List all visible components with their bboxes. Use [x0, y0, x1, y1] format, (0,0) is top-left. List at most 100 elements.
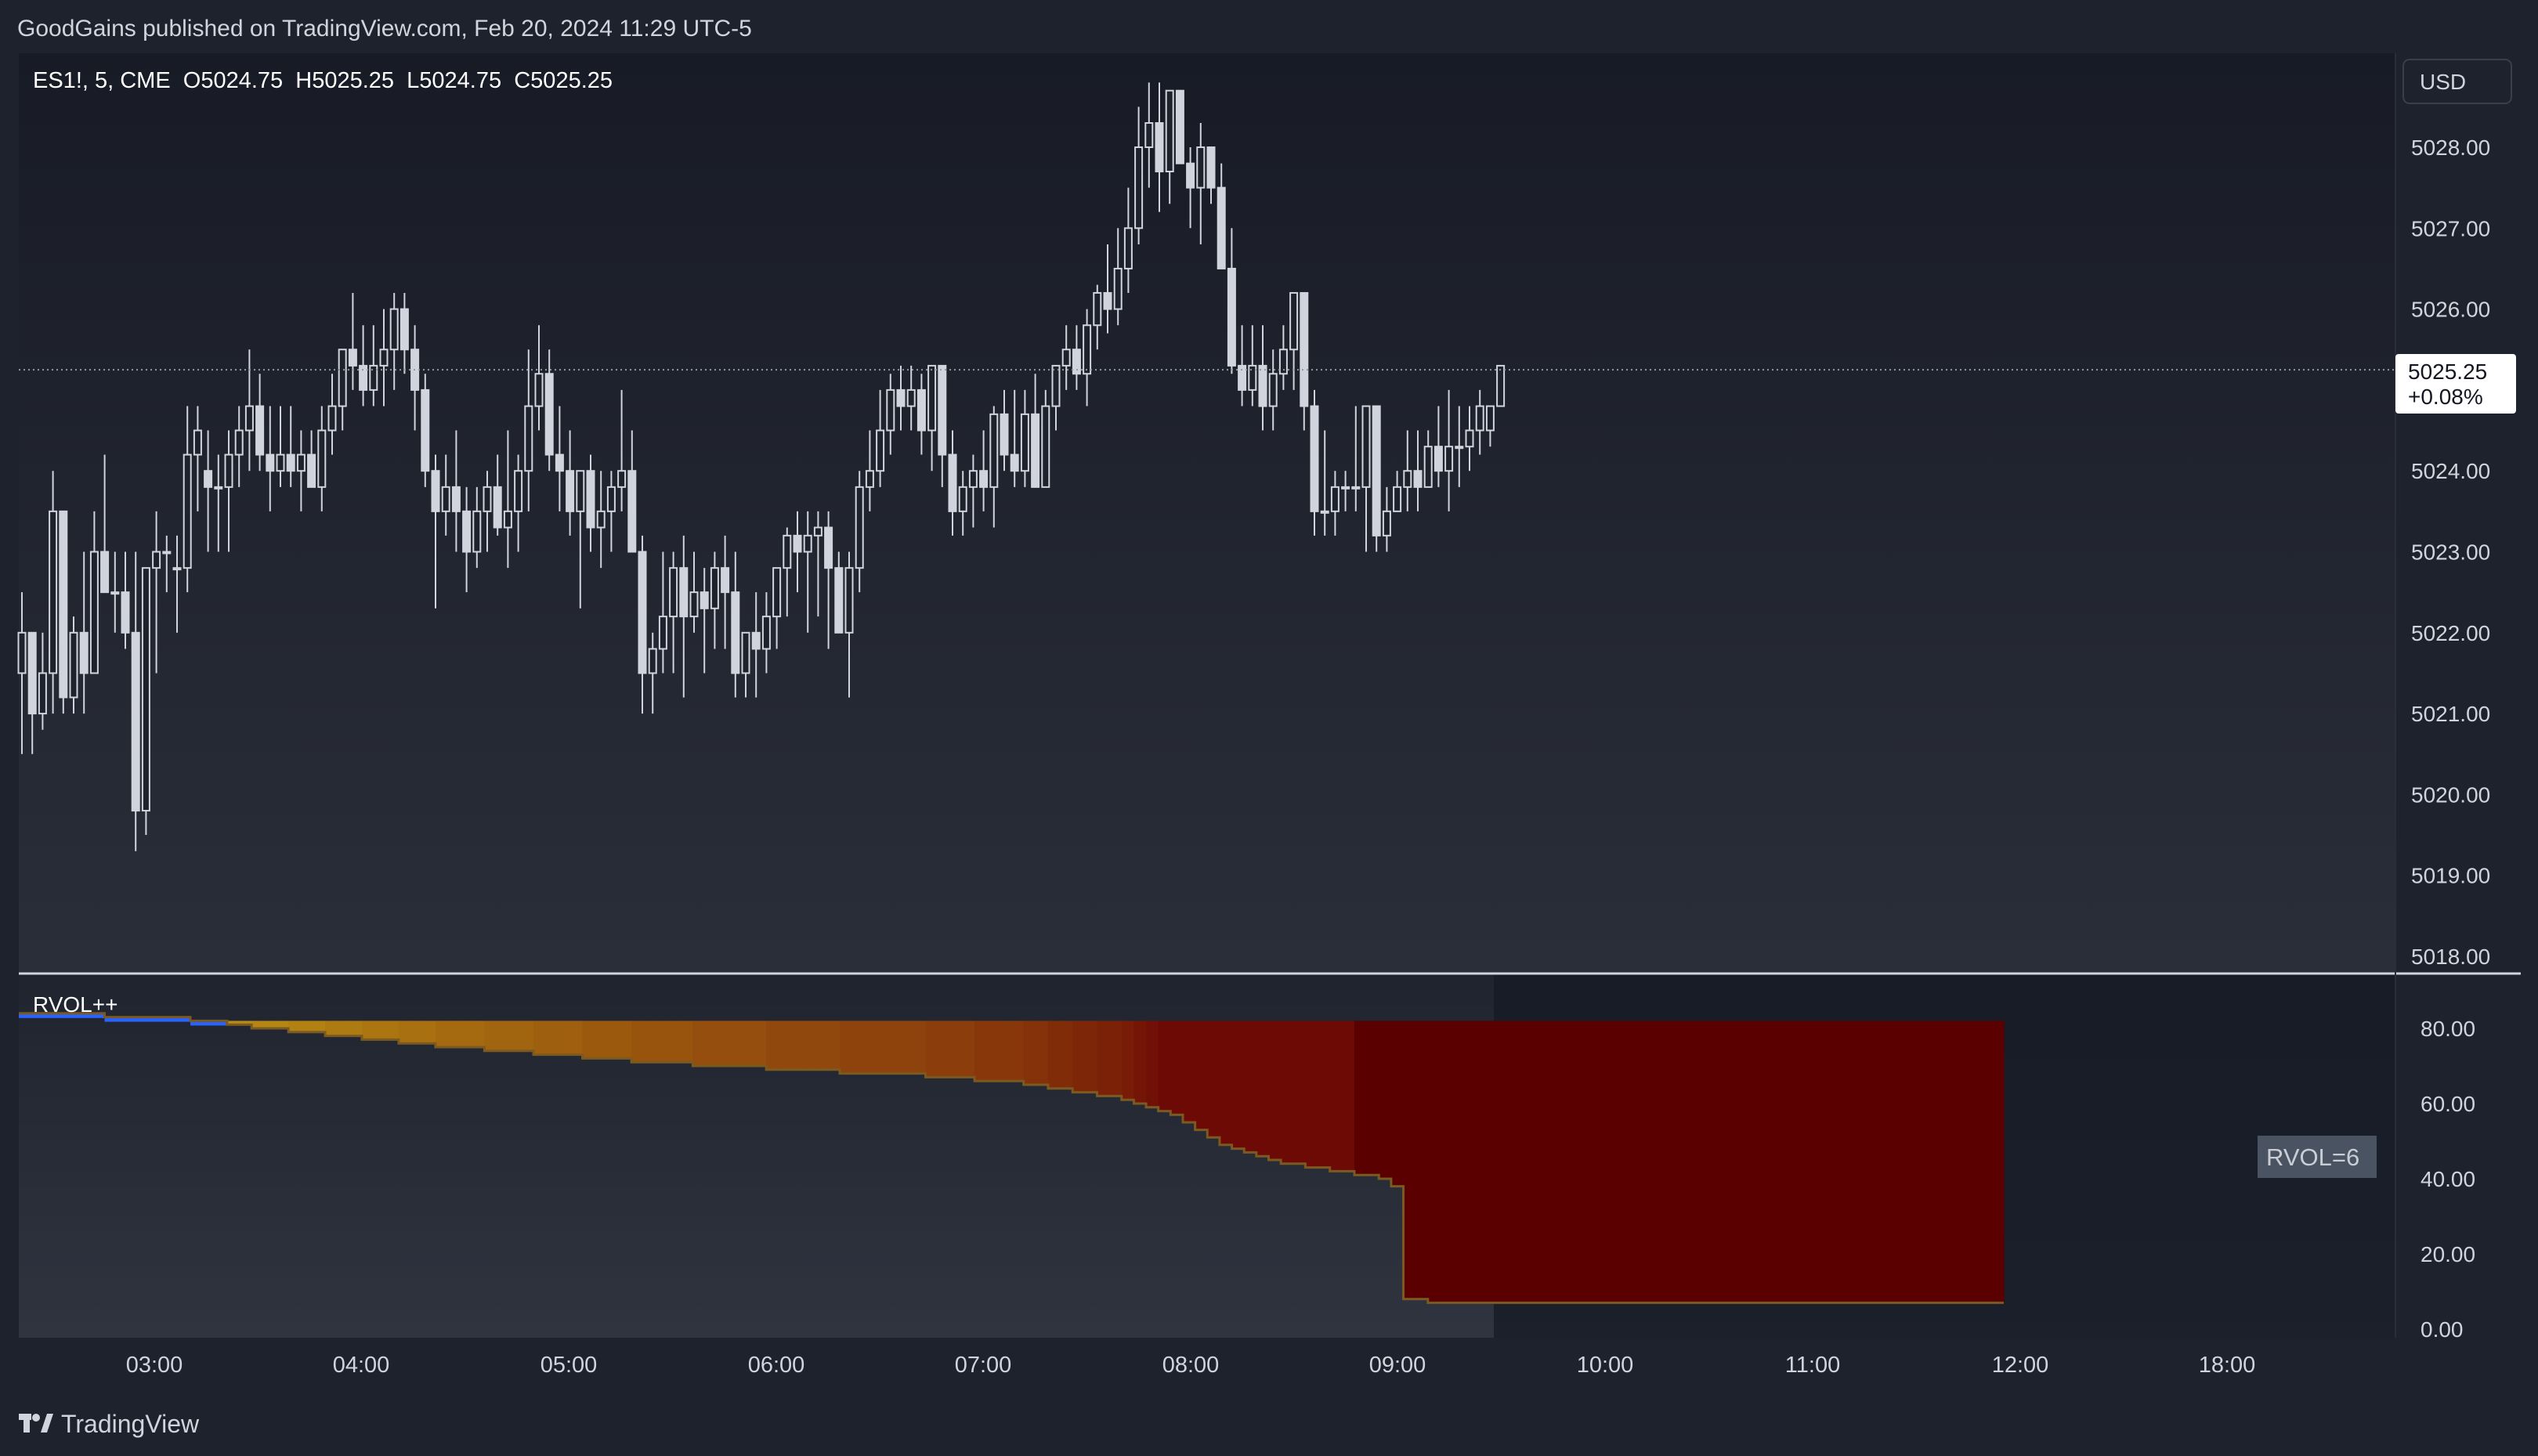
rvol-bar	[1844, 1021, 1857, 1303]
candle-body	[534, 373, 544, 407]
rvol-bar	[1256, 1021, 1270, 1157]
rvol-bar	[1207, 1021, 1220, 1138]
candle-body	[348, 349, 357, 367]
rvol-bar	[1501, 1021, 1514, 1303]
candle-body	[1341, 486, 1350, 490]
candle-body	[813, 526, 822, 537]
price-tick-label: 5018.00	[2411, 945, 2490, 969]
symbol-legend[interactable]: ES1!, 5, CME O5024.75 H5025.25 L5024.75 …	[33, 68, 613, 93]
rvol-bar	[1893, 1021, 1907, 1303]
rvol-bar	[668, 1021, 682, 1063]
rvol-bar	[374, 1021, 387, 1040]
candle-body	[1268, 373, 1278, 407]
candle-body	[1330, 486, 1340, 512]
price-tick-label: 5019.00	[2411, 864, 2490, 888]
rvol-bar	[447, 1021, 461, 1047]
candle-body	[1351, 486, 1361, 490]
rvol-bar	[999, 1021, 1012, 1082]
rvol-bar	[472, 1021, 485, 1047]
published-caption: GoodGains published on TradingView.com, …	[17, 16, 752, 42]
candle-body	[1227, 267, 1236, 367]
candle-body	[49, 510, 58, 674]
candle-body	[1206, 146, 1216, 189]
candle-body	[958, 486, 967, 512]
price-axis-panel	[2395, 53, 2521, 1338]
rvol-bar	[1047, 1021, 1061, 1089]
price-tick-label: 5026.00	[2411, 298, 2490, 322]
candle-body	[586, 470, 595, 529]
candle-body	[1258, 364, 1267, 407]
time-tick-label: 05:00	[540, 1353, 598, 1378]
rvol-bar	[1770, 1021, 1784, 1303]
candle-body	[286, 453, 295, 472]
candle-body	[627, 470, 637, 553]
rvol-bar	[803, 1021, 816, 1070]
rvol-bar	[1954, 1021, 1968, 1303]
rvol-bar	[1170, 1021, 1184, 1115]
rvol-bar	[974, 1021, 988, 1082]
candle-body	[441, 486, 450, 512]
rvol-bar	[1268, 1021, 1282, 1160]
candle-body	[317, 429, 327, 488]
rvol-bar	[827, 1021, 841, 1070]
candle-body	[1455, 446, 1464, 450]
candle-body	[844, 567, 854, 634]
rvol-bar	[704, 1021, 718, 1066]
candle-body	[462, 510, 472, 553]
time-tick-label: 11:00	[1785, 1353, 1840, 1378]
candle-body	[244, 405, 254, 432]
candle-body	[566, 470, 575, 512]
rvol-bar	[508, 1021, 522, 1051]
footer-brand[interactable]: TradingView	[61, 1410, 200, 1438]
time-tick-label: 10:00	[1577, 1353, 1634, 1378]
candle-body	[1196, 146, 1206, 189]
candle-body	[193, 429, 202, 456]
rvol-badge-text: RVOL=6	[2266, 1143, 2359, 1171]
time-tick-label: 08:00	[1162, 1353, 1220, 1378]
rvol-bar	[1942, 1021, 1956, 1303]
rvol-bar	[558, 1021, 571, 1055]
candle-body	[152, 551, 161, 569]
rvol-bar	[851, 1021, 865, 1074]
indicator-name[interactable]: RVOL++	[33, 992, 118, 1017]
candle-body	[338, 349, 347, 407]
candle-body	[855, 486, 864, 569]
candle-body	[679, 567, 689, 618]
indicator-tick-label: 20.00	[2420, 1242, 2475, 1266]
candle-body	[1444, 446, 1454, 472]
rvol-bar	[1146, 1021, 1159, 1107]
rvol-bar	[1697, 1021, 1711, 1303]
rvol-bar	[790, 1021, 804, 1070]
candle-body	[59, 510, 68, 699]
candle-body	[865, 470, 874, 488]
last-price-value: 5025.25	[2408, 359, 2487, 384]
candle-body	[710, 567, 719, 609]
candle-body	[1000, 413, 1009, 456]
rvol-bar	[1182, 1021, 1196, 1122]
candle-body	[38, 672, 47, 715]
candle-body	[772, 567, 782, 618]
time-tick-label: 06:00	[748, 1353, 805, 1378]
rvol-bar	[1722, 1021, 1735, 1303]
rvol-bar	[1231, 1021, 1245, 1149]
indicator-tick-label: 40.00	[2420, 1167, 2475, 1191]
rvol-bar	[1550, 1021, 1564, 1303]
candle-body	[1051, 364, 1061, 407]
rvol-bar	[766, 1021, 779, 1070]
rvol-bar	[1133, 1021, 1147, 1104]
candle-body	[1300, 291, 1309, 407]
candle-body	[1361, 405, 1371, 488]
rvol-bar	[913, 1021, 927, 1074]
rvol-bar	[1036, 1021, 1049, 1085]
rvol-bar	[1195, 1021, 1208, 1130]
rvol-bar	[1366, 1021, 1379, 1176]
candle-body	[1165, 89, 1174, 172]
rvol-bar	[1709, 1021, 1723, 1303]
rvol-bar	[692, 1021, 706, 1066]
rvol-bar	[1342, 1021, 1355, 1172]
candle-body	[131, 631, 140, 812]
last-price-change: +0.08%	[2408, 385, 2483, 409]
rvol-bar	[1011, 1021, 1025, 1082]
candle-body	[1031, 413, 1040, 488]
time-tick-label: 04:00	[333, 1353, 390, 1378]
